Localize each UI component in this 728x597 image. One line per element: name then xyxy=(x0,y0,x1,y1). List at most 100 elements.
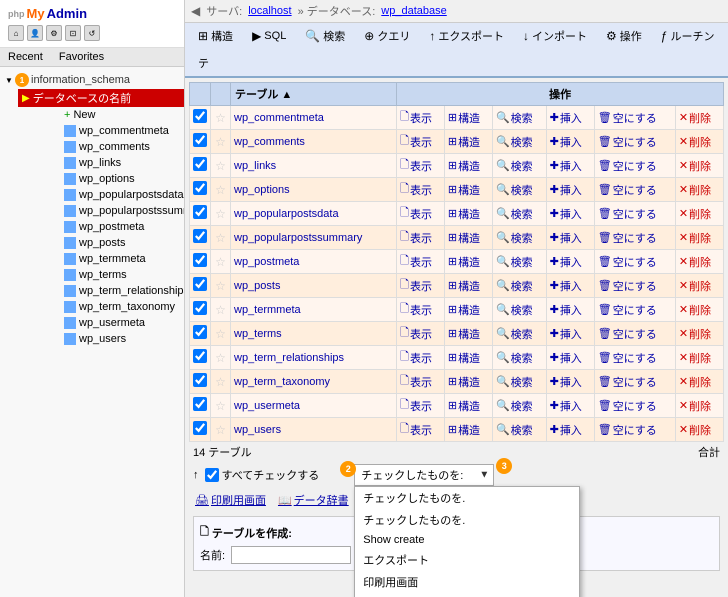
star-icon[interactable]: ☆ xyxy=(215,351,226,365)
browse-action[interactable]: 🗋 表示 xyxy=(400,300,432,319)
server-crumb-value[interactable]: localhost xyxy=(248,5,291,17)
check-all-checkbox[interactable] xyxy=(205,468,219,482)
table-name-link[interactable]: wp_users xyxy=(234,424,281,436)
insert-action[interactable]: ✚ 挿入 xyxy=(550,230,582,246)
star-icon[interactable]: ☆ xyxy=(215,231,226,245)
dict-link[interactable]: 📖 データ辞書 xyxy=(278,492,349,508)
search-action[interactable]: 🔍 検索 xyxy=(496,350,533,366)
browse-action[interactable]: 🗋 表示 xyxy=(400,348,432,367)
drop-action[interactable]: ✕ 削除 xyxy=(679,326,711,342)
drop-action[interactable]: ✕ 削除 xyxy=(679,134,711,150)
star-icon[interactable]: ☆ xyxy=(215,375,226,389)
star-icon[interactable]: ☆ xyxy=(215,135,226,149)
structure-action[interactable]: ⊞ 構造 xyxy=(448,230,480,246)
star-icon[interactable]: ☆ xyxy=(215,207,226,221)
tab-sql[interactable]: ▶ SQL xyxy=(243,23,295,49)
browse-action[interactable]: 🗋 表示 xyxy=(400,396,432,415)
dropdown-item-print[interactable]: 印刷用画面 xyxy=(355,571,579,593)
insert-action[interactable]: ✚ 挿入 xyxy=(550,110,582,126)
empty-action[interactable]: 🗑 空にする xyxy=(598,278,657,294)
tab-favorites[interactable]: Favorites xyxy=(51,48,112,66)
star-icon[interactable]: ☆ xyxy=(215,303,226,317)
tree-table-wp_postmeta[interactable]: wp_postmeta xyxy=(36,219,184,235)
empty-action[interactable]: 🗑 空にする xyxy=(598,422,657,438)
search-action[interactable]: 🔍 検索 xyxy=(496,230,533,246)
insert-action[interactable]: ✚ 挿入 xyxy=(550,254,582,270)
structure-action[interactable]: ⊞ 構造 xyxy=(448,350,480,366)
star-icon[interactable]: ☆ xyxy=(215,159,226,173)
search-action[interactable]: 🔍 検索 xyxy=(496,422,533,438)
row-checkbox[interactable] xyxy=(193,205,207,219)
table-name-link[interactable]: wp_options xyxy=(234,184,290,196)
structure-action[interactable]: ⊞ 構造 xyxy=(448,374,480,390)
drop-action[interactable]: ✕ 削除 xyxy=(679,254,711,270)
tab-routines[interactable]: ƒ ルーチン xyxy=(652,23,724,49)
empty-action[interactable]: 🗑 空にする xyxy=(598,110,657,126)
table-name-link[interactable]: wp_links xyxy=(234,160,276,172)
insert-action[interactable]: ✚ 挿入 xyxy=(550,182,582,198)
dropdown-item-export[interactable]: エクスポート xyxy=(355,549,579,571)
home-icon[interactable]: ⌂ xyxy=(8,25,24,41)
browse-action[interactable]: 🗋 表示 xyxy=(400,204,432,223)
tree-table-wp_popularpostssumma[interactable]: wp_popularpostssumma... xyxy=(36,203,184,219)
insert-action[interactable]: ✚ 挿入 xyxy=(550,326,582,342)
tab-operations[interactable]: ⚙ 操作 xyxy=(597,23,651,49)
row-checkbox[interactable] xyxy=(193,133,207,147)
check-all-label[interactable]: すべてチェックする 2 xyxy=(205,467,339,483)
star-icon[interactable]: ☆ xyxy=(215,327,226,341)
drop-action[interactable]: ✕ 削除 xyxy=(679,182,711,198)
insert-action[interactable]: ✚ 挿入 xyxy=(550,206,582,222)
insert-action[interactable]: ✚ 挿入 xyxy=(550,374,582,390)
tree-table-wp_comments[interactable]: wp_comments xyxy=(36,139,184,155)
star-icon[interactable]: ☆ xyxy=(215,423,226,437)
dropdown-trigger[interactable]: チェックしたものを: ▼ xyxy=(354,464,494,486)
row-checkbox[interactable] xyxy=(193,421,207,435)
empty-action[interactable]: 🗑 空にする xyxy=(598,302,657,318)
structure-action[interactable]: ⊞ 構造 xyxy=(448,110,480,126)
star-icon[interactable]: ☆ xyxy=(215,279,226,293)
row-checkbox[interactable] xyxy=(193,349,207,363)
tab-export[interactable]: ↑ エクスポート xyxy=(420,23,513,49)
table-name-link[interactable]: wp_termmeta xyxy=(234,304,301,316)
drop-action[interactable]: ✕ 削除 xyxy=(679,422,711,438)
empty-action[interactable]: 🗑 空にする xyxy=(598,326,657,342)
row-checkbox[interactable] xyxy=(193,277,207,291)
search-action[interactable]: 🔍 検索 xyxy=(496,302,533,318)
structure-action[interactable]: ⊞ 構造 xyxy=(448,278,480,294)
row-checkbox[interactable] xyxy=(193,109,207,123)
drop-action[interactable]: ✕ 削除 xyxy=(679,302,711,318)
row-checkbox[interactable] xyxy=(193,301,207,315)
row-checkbox[interactable] xyxy=(193,181,207,195)
print-link[interactable]: 🖨 印刷用画面 xyxy=(195,492,266,508)
empty-action[interactable]: 🗑 空にする xyxy=(598,374,657,390)
table-name-link[interactable]: wp_comments xyxy=(234,136,305,148)
row-checkbox[interactable] xyxy=(193,373,207,387)
tree-table-wp_term_taxonomy[interactable]: wp_term_taxonomy xyxy=(36,299,184,315)
drop-action[interactable]: ✕ 削除 xyxy=(679,158,711,174)
empty-action[interactable]: 🗑 空にする xyxy=(598,398,657,414)
search-action[interactable]: 🔍 検索 xyxy=(496,254,533,270)
tab-query[interactable]: ⊕ クエリ xyxy=(355,23,419,49)
insert-action[interactable]: ✚ 挿入 xyxy=(550,350,582,366)
structure-action[interactable]: ⊞ 構造 xyxy=(448,182,480,198)
action-dropdown[interactable]: チェックしたものを: ▼ チェックしたものを. チェックしたものを. Show … xyxy=(354,464,494,486)
table-name-link[interactable]: wp_term_taxonomy xyxy=(234,376,330,388)
table-name-link[interactable]: wp_popularpostsdata xyxy=(234,208,339,220)
dropdown-item-empty[interactable]: 空にする xyxy=(355,593,579,597)
structure-action[interactable]: ⊞ 構造 xyxy=(448,398,480,414)
search-action[interactable]: 🔍 検索 xyxy=(496,398,533,414)
browse-action[interactable]: 🗋 表示 xyxy=(400,132,432,151)
insert-action[interactable]: ✚ 挿入 xyxy=(550,134,582,150)
dropdown-item-uncheck[interactable]: チェックしたものを. xyxy=(355,509,579,531)
drop-action[interactable]: ✕ 削除 xyxy=(679,206,711,222)
empty-action[interactable]: 🗑 空にする xyxy=(598,158,657,174)
star-icon[interactable]: ☆ xyxy=(215,399,226,413)
tab-t[interactable]: テ xyxy=(189,50,218,76)
row-checkbox[interactable] xyxy=(193,253,207,267)
browse-action[interactable]: 🗋 表示 xyxy=(400,108,432,127)
refresh-icon[interactable]: ↺ xyxy=(84,25,100,41)
tree-table-wp_usermeta[interactable]: wp_usermeta xyxy=(36,315,184,331)
dropdown-item-show-create[interactable]: Show create xyxy=(355,531,579,549)
browse-action[interactable]: 🗋 表示 xyxy=(400,276,432,295)
table-name-link[interactable]: wp_usermeta xyxy=(234,400,300,412)
